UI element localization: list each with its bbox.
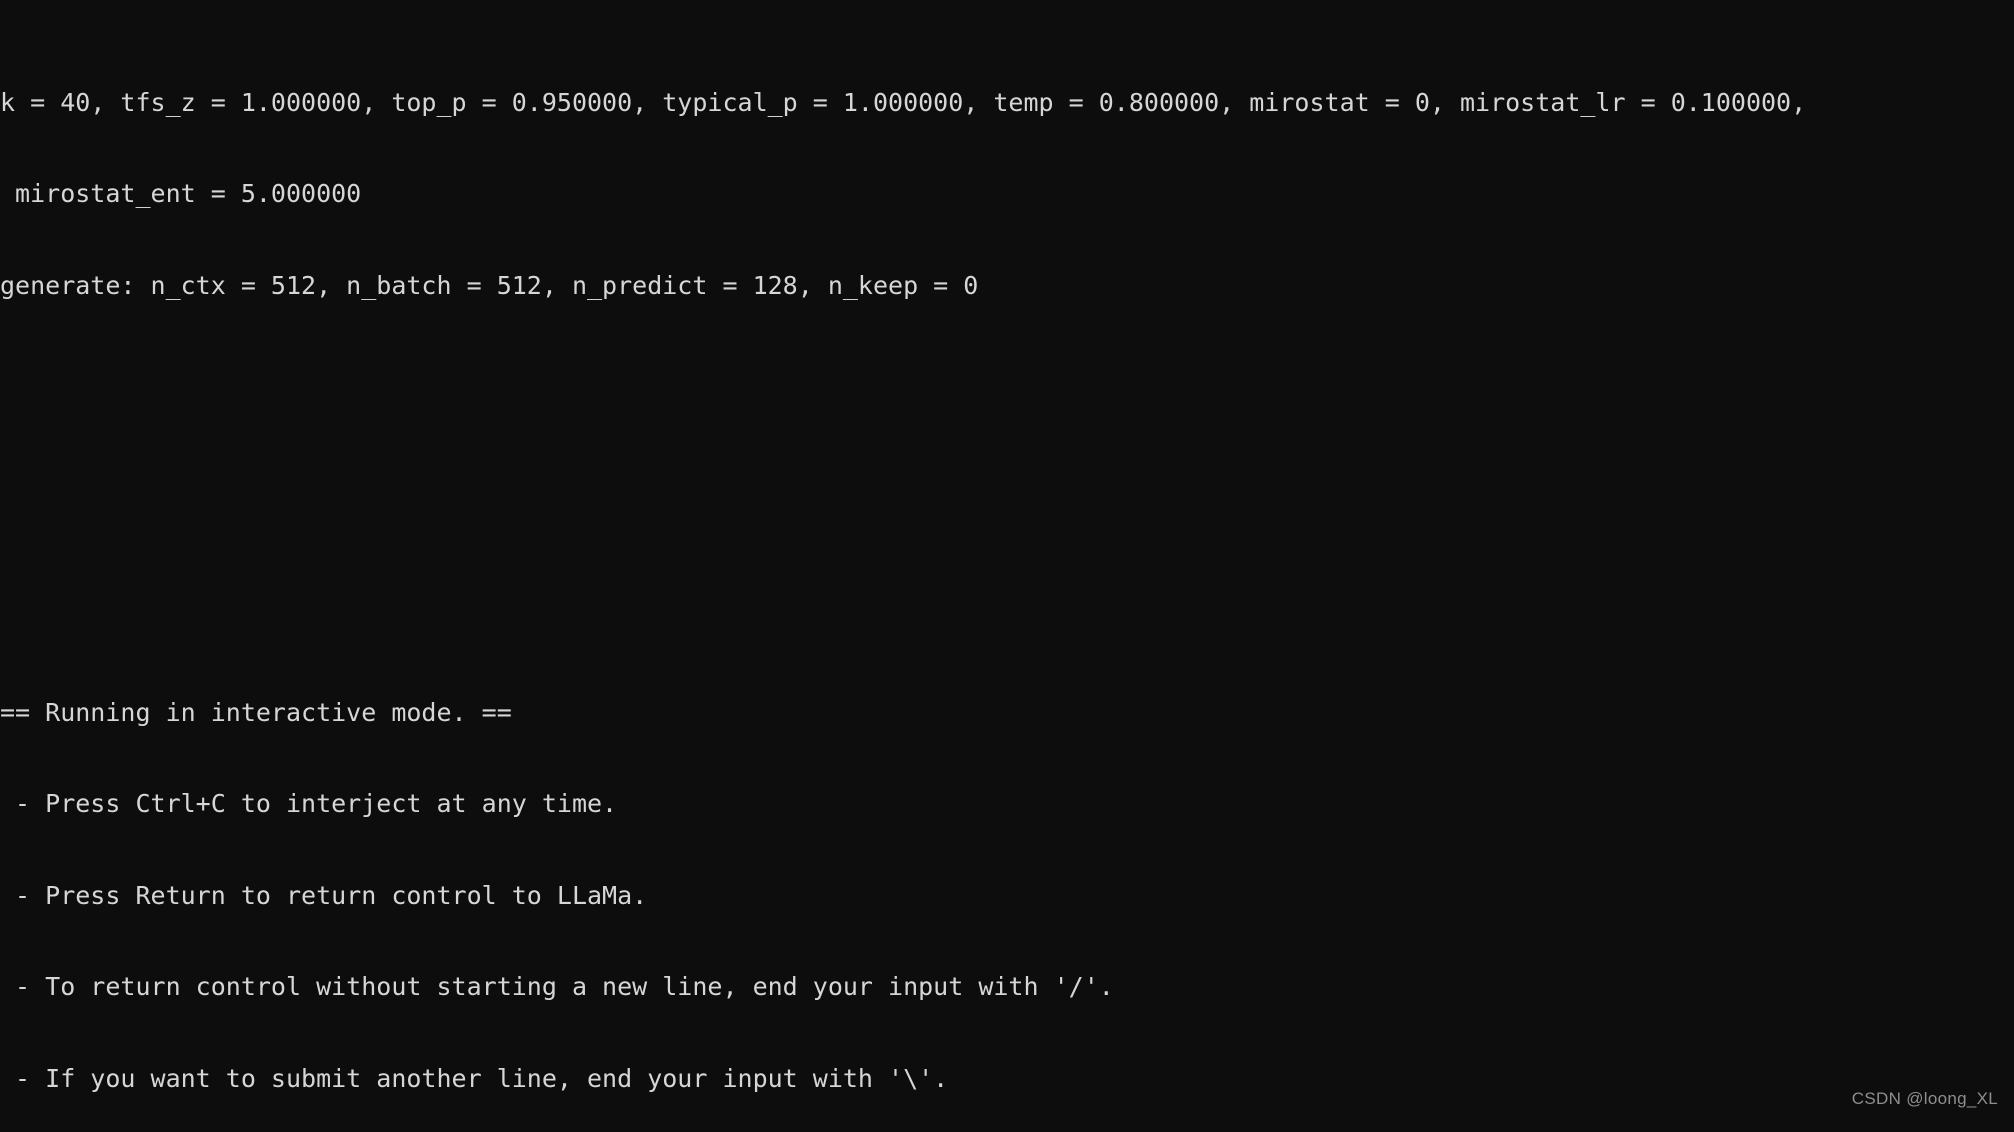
terminal-output: k = 40, tfs_z = 1.000000, top_p = 0.9500… bbox=[0, 0, 2014, 1132]
param-line-1: k = 40, tfs_z = 1.000000, top_p = 0.9500… bbox=[0, 87, 1807, 117]
watermark: CSDN @loong_XL bbox=[1851, 1088, 1998, 1108]
interactive-hint: - If you want to submit another line, en… bbox=[0, 1063, 949, 1093]
terminal-window[interactable]: k = 40, tfs_z = 1.000000, top_p = 0.9500… bbox=[0, 0, 2014, 1132]
interactive-mode-title: == Running in interactive mode. == bbox=[0, 697, 512, 727]
generate-settings-line: generate: n_ctx = 512, n_batch = 512, n_… bbox=[0, 270, 979, 300]
interactive-hint: - To return control without starting a n… bbox=[0, 972, 1114, 1001]
interactive-hint: - Press Return to return control to LLaM… bbox=[0, 880, 648, 910]
interactive-hint: - Press Ctrl+C to interject at any time. bbox=[0, 789, 618, 818]
param-line-2: mirostat_ent = 5.000000 bbox=[0, 179, 362, 208]
